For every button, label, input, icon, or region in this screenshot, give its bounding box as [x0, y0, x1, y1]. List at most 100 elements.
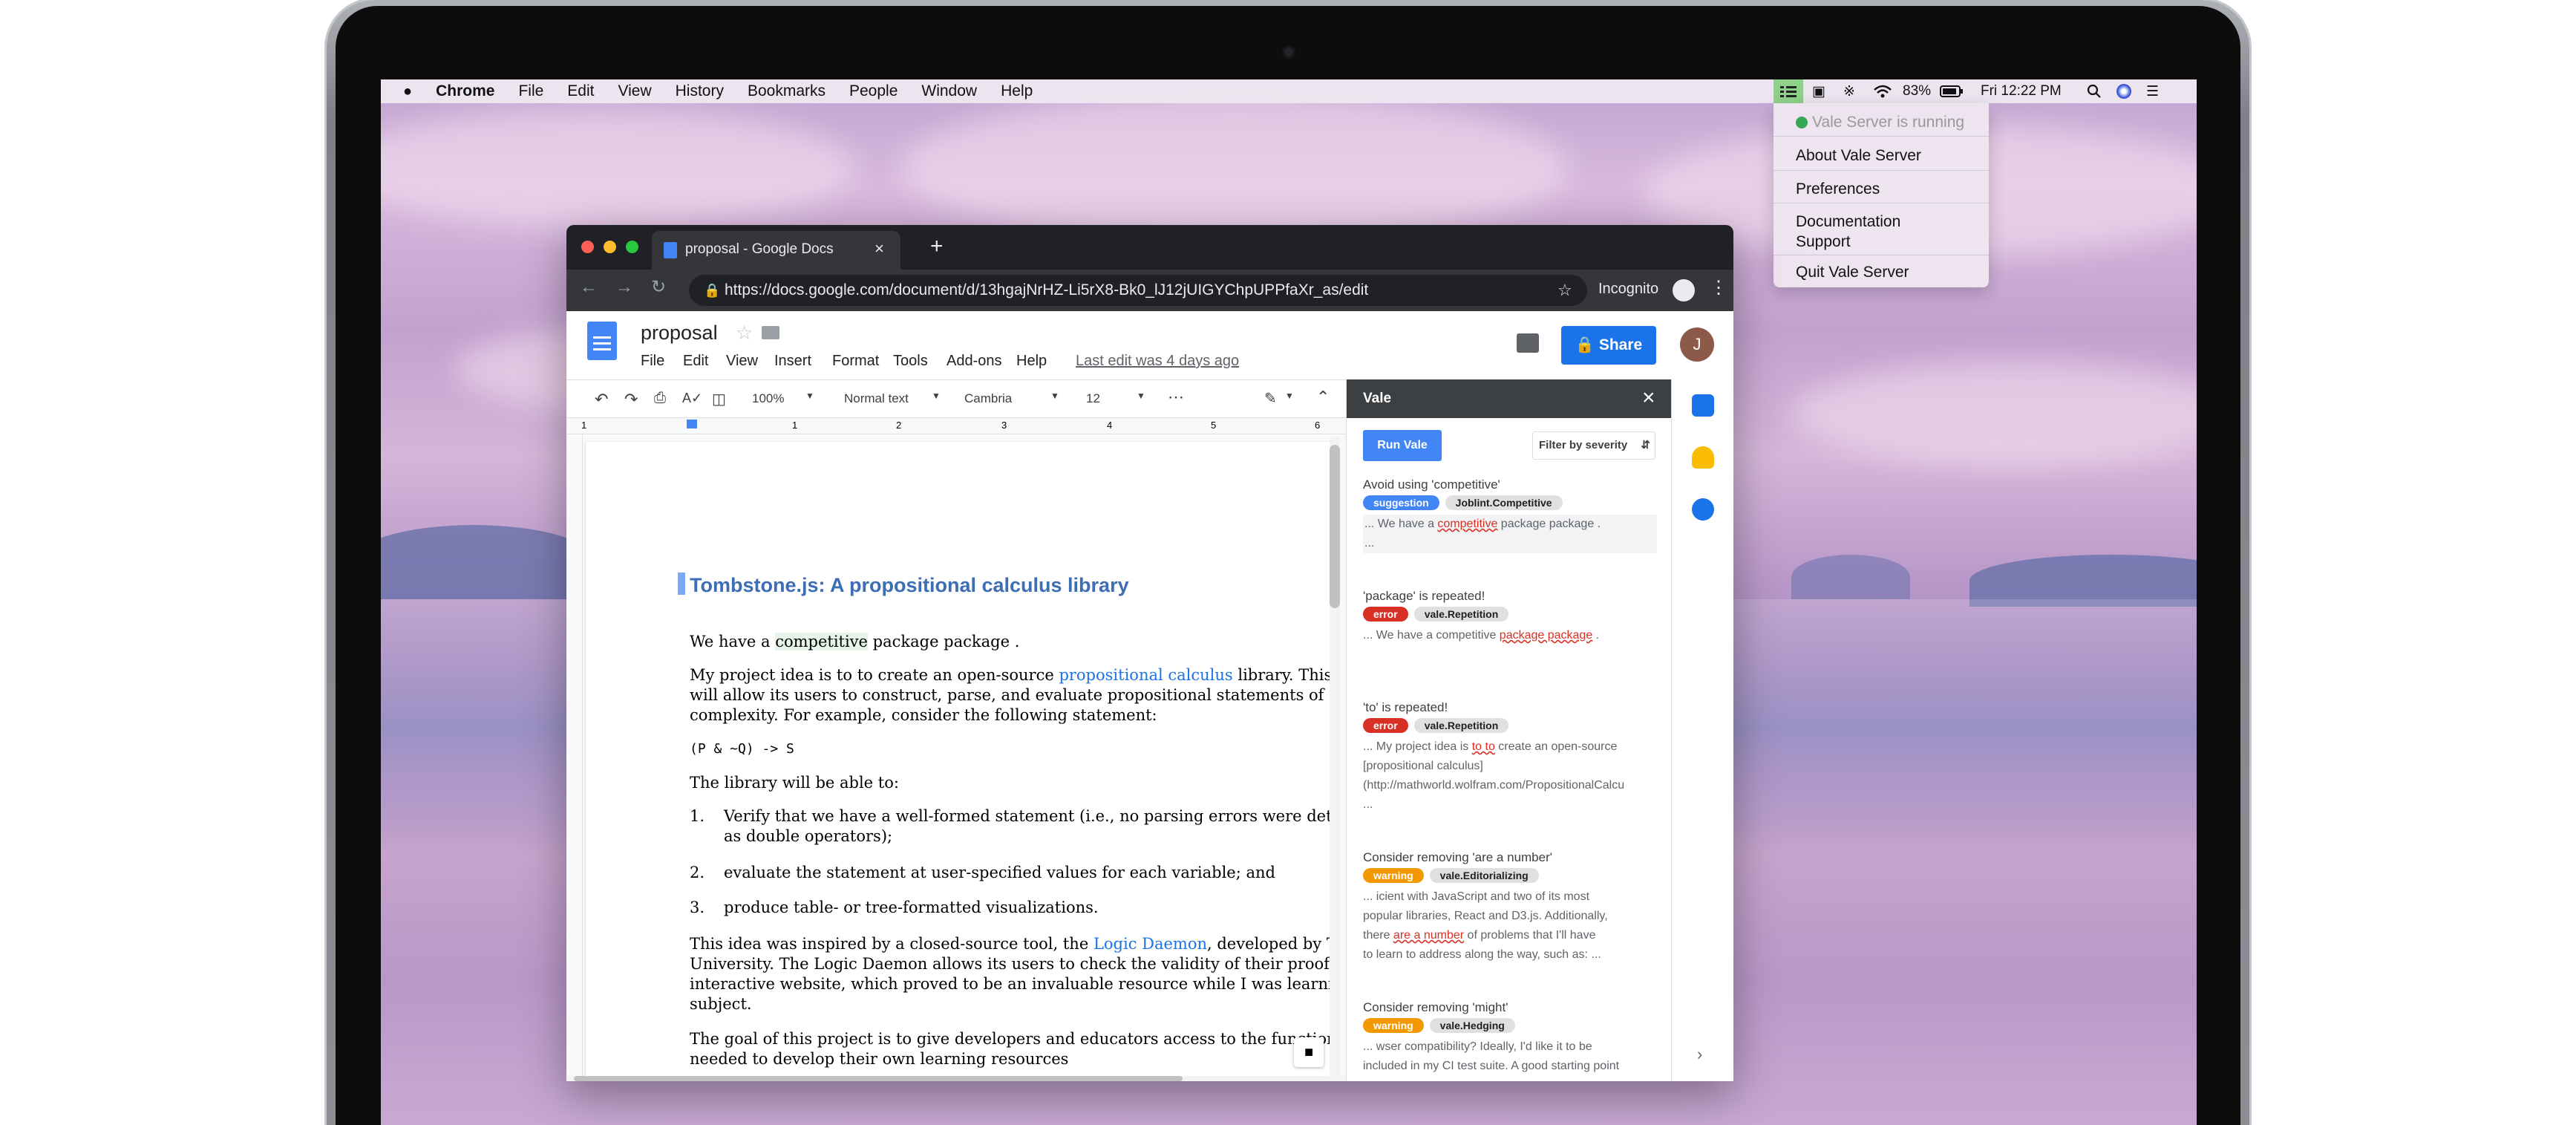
avatar[interactable]: J — [1680, 327, 1714, 362]
editing-mode-icon[interactable]: ✎ — [1264, 389, 1277, 408]
lock-icon: 🔒 — [1575, 336, 1595, 353]
keep-icon[interactable] — [1692, 446, 1714, 469]
alert-might[interactable]: Consider removing 'might' warning vale.He… — [1363, 1000, 1671, 1076]
incognito-icon[interactable] — [1673, 279, 1695, 301]
docs-menu-view[interactable]: View — [726, 353, 758, 370]
menu-history[interactable]: History — [676, 82, 724, 100]
share-button[interactable]: 🔒 Share — [1561, 326, 1656, 365]
vertical-scrollbar[interactable] — [1330, 437, 1340, 1081]
docs-menu-addons[interactable]: Add-ons — [947, 353, 1002, 370]
run-vale-button[interactable]: Run Vale — [1363, 430, 1442, 461]
support-item[interactable]: Support — [1796, 233, 1851, 251]
camera — [1282, 45, 1295, 59]
more-tools-icon[interactable]: ⋯ — [1168, 388, 1184, 407]
alert-are-a-number[interactable]: Consider removing 'are a number' warning… — [1363, 850, 1671, 965]
bookmark-star-icon[interactable]: ☆ — [1557, 275, 1572, 306]
menu-window[interactable]: Window — [921, 82, 977, 100]
docs-menu-edit[interactable]: Edit — [683, 353, 708, 370]
spellcheck-icon[interactable]: A✓ — [682, 391, 702, 406]
display-icon[interactable]: ▣ — [1812, 79, 1825, 103]
chevron-updown-icon: ⇵ — [1641, 439, 1650, 451]
quit-vale-server[interactable]: Quit Vale Server — [1796, 264, 1909, 281]
status-dot-icon — [1796, 117, 1808, 128]
horizontal-ruler[interactable]: 1 1 2 3 4 5 6 — [566, 418, 1346, 434]
paint-format-icon[interactable]: ◫ — [712, 390, 726, 408]
font-size-select[interactable]: 12 — [1086, 391, 1100, 406]
calendar-icon[interactable] — [1692, 394, 1714, 417]
docs-menu-help[interactable]: Help — [1016, 353, 1047, 370]
redo-icon[interactable]: ↷ — [624, 390, 638, 409]
app-menu-chrome[interactable]: Chrome — [436, 82, 494, 100]
docs-menu-file[interactable]: File — [641, 353, 664, 370]
ruler-mark: 1 — [581, 420, 587, 431]
expand-panel-icon[interactable]: › — [1697, 1045, 1702, 1064]
alert-package-repeated[interactable]: 'package' is repeated! error vale.Repetit… — [1363, 589, 1671, 645]
font-select[interactable]: Cambria — [964, 391, 1012, 406]
docs-toolbar: ↶ ↷ ⎙ A✓ ◫ 100% ▼ Normal text ▼ Cambria … — [566, 379, 1346, 418]
alert-to-repeated[interactable]: 'to' is repeated! error vale.Repetition .… — [1363, 700, 1671, 815]
tasks-icon[interactable] — [1692, 498, 1714, 521]
document-page[interactable]: Tombstone.js: A propositional calculus l… — [586, 442, 1333, 1081]
documentation-item[interactable]: Documentation — [1796, 213, 1900, 231]
clock[interactable]: Fri 12:22 PM — [1981, 79, 2062, 103]
lock-icon: 🔒 — [704, 283, 721, 298]
rule-badge: vale.Hedging — [1429, 1018, 1515, 1033]
bluetooth-icon[interactable]: ※ — [1843, 79, 1855, 103]
close-tab-icon[interactable]: × — [875, 239, 884, 258]
zoom-window-button[interactable] — [626, 241, 638, 253]
close-sidebar-icon[interactable]: × — [1642, 385, 1655, 411]
folder-icon[interactable] — [762, 326, 779, 339]
alert-competitive[interactable]: Avoid using 'competitive' suggestion Jobl… — [1363, 477, 1671, 553]
menu-edit[interactable]: Edit — [567, 82, 594, 100]
zoom-select[interactable]: 100% — [752, 391, 784, 406]
forward-icon[interactable]: → — [615, 277, 633, 298]
indent-marker[interactable] — [687, 420, 697, 428]
new-tab-icon[interactable]: + — [930, 234, 944, 259]
add-comment-icon[interactable]: ■ — [1294, 1037, 1324, 1067]
list-item: 1. Verify that we have a well-formed stat… — [690, 807, 1333, 825]
minimize-window-button[interactable] — [604, 241, 616, 253]
reload-icon[interactable]: ↻ — [651, 276, 666, 298]
propositional-calculus-link[interactable]: propositional calculus — [1059, 666, 1232, 684]
collapse-menus-icon[interactable]: ⌃ — [1316, 388, 1330, 407]
more-menu-icon[interactable]: ⋮ — [1710, 277, 1727, 299]
vale-status-icon[interactable] — [1774, 79, 1803, 103]
siri-icon[interactable] — [2116, 79, 2131, 103]
comments-icon[interactable] — [1517, 333, 1539, 353]
about-vale-server[interactable]: About Vale Server — [1796, 147, 1921, 165]
notification-center-icon[interactable]: ☰ — [2146, 79, 2159, 103]
document-title[interactable]: proposal — [641, 322, 718, 345]
docs-menu-format[interactable]: Format — [832, 353, 879, 370]
close-window-button[interactable] — [581, 241, 594, 253]
side-panel: › — [1671, 379, 1733, 1081]
menu-view[interactable]: View — [618, 82, 651, 100]
docs-menu-insert[interactable]: Insert — [774, 353, 811, 370]
vertical-ruler[interactable] — [566, 434, 583, 1081]
menu-bookmarks[interactable]: Bookmarks — [748, 82, 826, 100]
horizontal-scrollbar[interactable] — [566, 1076, 1346, 1081]
last-edit-link[interactable]: Last edit was 4 days ago — [1076, 353, 1239, 370]
paragraph-3: The library will be able to: — [690, 774, 899, 792]
url-bar[interactable]: 🔒 https://docs.google.com/document/d/13h… — [689, 275, 1587, 306]
apple-icon[interactable]: ● — [403, 83, 412, 100]
rule-badge: vale.Editorializing — [1429, 868, 1539, 883]
back-icon[interactable]: ← — [580, 277, 598, 298]
menu-people[interactable]: People — [849, 82, 898, 100]
style-select[interactable]: Normal text — [844, 391, 909, 406]
severity-filter-select[interactable]: Filter by severity ⇵ — [1532, 431, 1655, 460]
chevron-down-icon: ▼ — [1137, 391, 1145, 401]
star-icon[interactable]: ☆ — [736, 322, 753, 345]
tab-proposal[interactable]: proposal - Google Docs × — [652, 231, 900, 270]
docs-menu-tools[interactable]: Tools — [893, 353, 928, 370]
print-icon[interactable]: ⎙ — [654, 390, 666, 407]
wifi-icon[interactable] — [1873, 79, 1892, 103]
document-heading: Tombstone.js: A propositional calculus l… — [690, 574, 1129, 596]
menu-file[interactable]: File — [518, 82, 543, 100]
undo-icon[interactable]: ↶ — [595, 390, 608, 409]
docs-logo-icon[interactable] — [587, 322, 617, 360]
logic-daemon-link[interactable]: Logic Daemon — [1094, 935, 1207, 953]
menu-help[interactable]: Help — [1001, 82, 1033, 100]
preferences-item[interactable]: Preferences — [1796, 180, 1880, 198]
spotlight-icon[interactable] — [2087, 79, 2102, 103]
battery-icon[interactable] — [1940, 79, 1964, 103]
